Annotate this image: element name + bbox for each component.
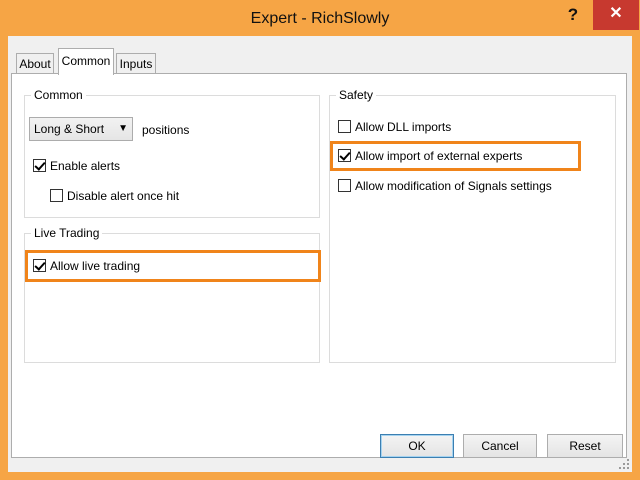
tab-page-common: Common Long & Short ▼ positions Enable a… bbox=[11, 73, 627, 458]
cancel-button[interactable]: Cancel bbox=[463, 434, 537, 458]
tab-inputs[interactable]: Inputs bbox=[116, 53, 156, 74]
safety-group: Safety bbox=[329, 88, 616, 363]
positions-select[interactable]: Long & Short ▼ bbox=[29, 117, 133, 141]
live-trading-group-title: Live Trading bbox=[31, 226, 103, 240]
tab-strip: About Common Inputs bbox=[8, 36, 632, 78]
tab-about[interactable]: About bbox=[16, 53, 54, 74]
tab-common[interactable]: Common bbox=[58, 48, 114, 75]
allow-import-external-label[interactable]: Allow import of external experts bbox=[355, 149, 522, 163]
chevron-down-icon: ▼ bbox=[118, 123, 128, 134]
disable-alert-once-hit-checkbox[interactable] bbox=[50, 189, 63, 202]
positions-label: positions bbox=[142, 123, 190, 137]
common-group-title: Common bbox=[31, 88, 86, 102]
allow-import-external-checkbox[interactable] bbox=[338, 149, 351, 162]
allow-live-trading-label[interactable]: Allow live trading bbox=[50, 259, 140, 273]
positions-select-value: Long & Short bbox=[34, 122, 105, 136]
allow-modification-signals-checkbox[interactable] bbox=[338, 179, 351, 192]
allow-dll-imports-checkbox[interactable] bbox=[338, 120, 351, 133]
help-button[interactable]: ? bbox=[560, 3, 586, 29]
enable-alerts-label[interactable]: Enable alerts bbox=[50, 159, 120, 173]
reset-button[interactable]: Reset bbox=[547, 434, 623, 458]
ok-button[interactable]: OK bbox=[380, 434, 454, 458]
allow-live-trading-checkbox[interactable] bbox=[33, 259, 46, 272]
safety-group-title: Safety bbox=[336, 88, 377, 102]
disable-alert-once-hit-label[interactable]: Disable alert once hit bbox=[67, 189, 179, 203]
resize-grip-icon[interactable] bbox=[618, 458, 630, 470]
allow-modification-signals-label[interactable]: Allow modification of Signals settings bbox=[355, 179, 552, 193]
allow-dll-imports-label[interactable]: Allow DLL imports bbox=[355, 120, 451, 134]
dialog-window: Expert - RichSlowly ? ✕ About Common Inp… bbox=[0, 0, 640, 480]
dialog-body: About Common Inputs Common Long & Short … bbox=[8, 36, 632, 472]
title-bar[interactable]: Expert - RichSlowly ? ✕ bbox=[0, 0, 640, 36]
enable-alerts-checkbox[interactable] bbox=[33, 159, 46, 172]
close-icon: ✕ bbox=[609, 5, 623, 22]
window-title: Expert - RichSlowly bbox=[250, 10, 390, 27]
close-button[interactable]: ✕ bbox=[593, 0, 639, 30]
